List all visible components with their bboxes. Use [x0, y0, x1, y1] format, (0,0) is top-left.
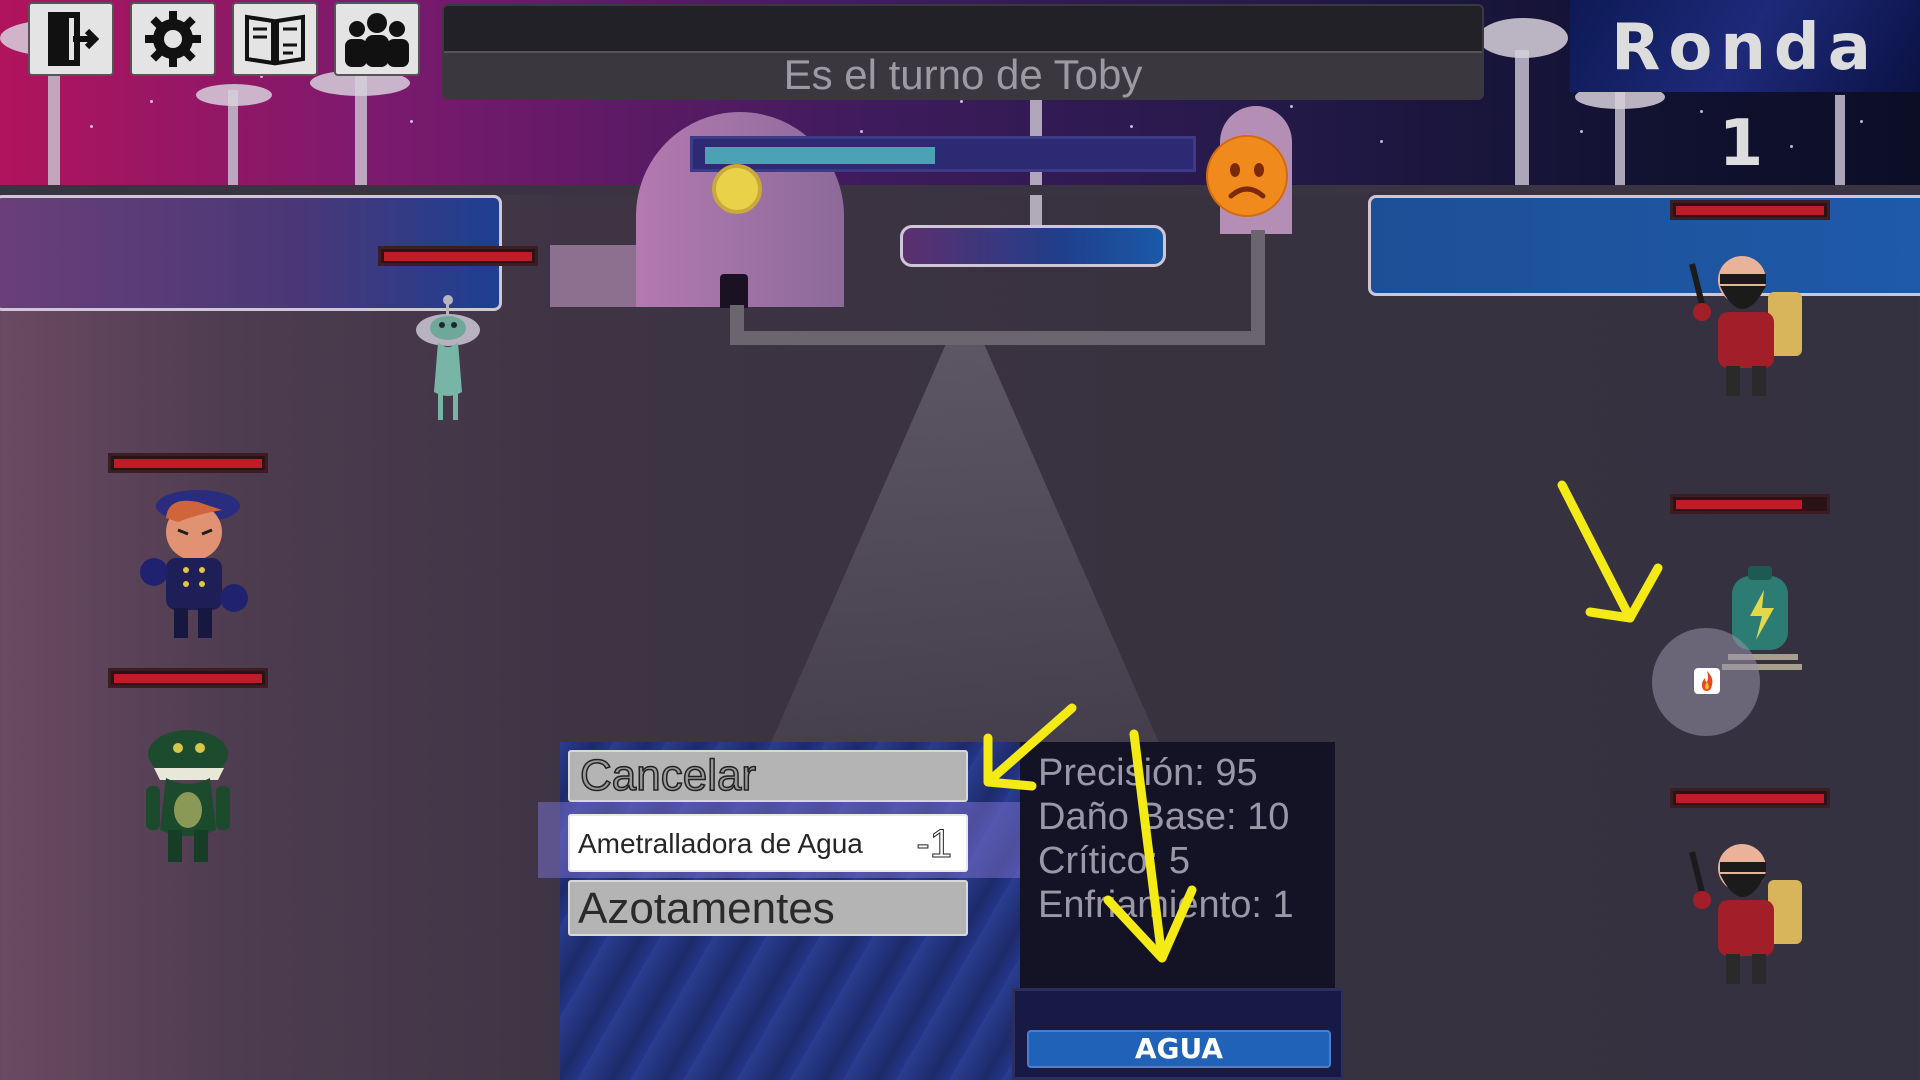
arrow-to-type [1129, 729, 1167, 963]
arrow-to-skill [983, 703, 1077, 787]
arrow-to-status [1557, 480, 1635, 623]
annotation-arrows [983, 480, 1663, 963]
